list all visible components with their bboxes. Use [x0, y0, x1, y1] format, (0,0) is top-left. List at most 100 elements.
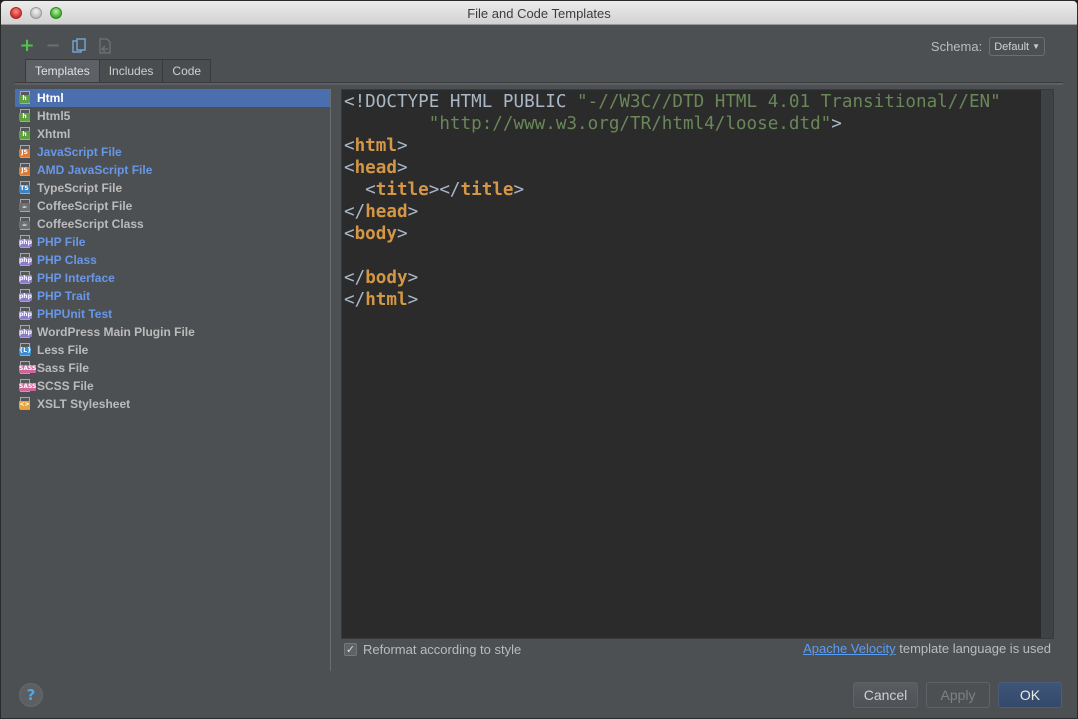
php-file-icon: php — [19, 307, 32, 321]
template-item-label: JavaScript File — [37, 145, 122, 159]
window-title: File and Code Templates — [467, 6, 611, 21]
reformat-option[interactable]: ✓ Reformat according to style — [344, 642, 521, 657]
javascript-file-icon: JS — [19, 163, 32, 177]
template-item-php-file[interactable]: php PHP File — [15, 233, 331, 251]
template-item-phpunit-test[interactable]: php PHPUnit Test — [15, 305, 331, 323]
javascript-file-icon: JS — [19, 145, 32, 159]
xhtml-file-icon: h — [19, 127, 32, 141]
php-file-icon: php — [19, 253, 32, 267]
template-item-html[interactable]: h Html — [15, 89, 331, 107]
code-token: "http://www.w3.org/TR/html4/loose.dtd" — [428, 114, 832, 134]
scss-file-icon: SASS — [19, 379, 37, 393]
code-token: > — [407, 202, 419, 222]
code-token: > — [396, 158, 408, 178]
code-token: </ — [344, 202, 366, 222]
template-item-label: Sass File — [37, 361, 90, 375]
coffeescript-file-icon: ☕ — [19, 199, 32, 213]
template-item-label: PHP Trait — [37, 289, 91, 303]
code-token: html — [365, 290, 408, 310]
template-item-xhtml[interactable]: h Xhtml — [15, 125, 331, 143]
reset-icon[interactable] — [97, 38, 113, 54]
template-item-xslt-stylesheet[interactable]: <> XSLT Stylesheet — [15, 395, 331, 413]
code-token: head — [365, 202, 408, 222]
template-item-less-file[interactable]: {L} Less File — [15, 341, 331, 359]
schema-dropdown[interactable]: Default ▼ — [989, 37, 1045, 56]
code-line: <body> — [344, 223, 1001, 245]
code-line: </head> — [344, 201, 1001, 223]
splitter[interactable] — [330, 89, 331, 671]
code-token: "-//W3C//DTD HTML 4.01 Transitional//EN" — [577, 92, 1001, 112]
chevron-down-icon: ▼ — [1032, 42, 1040, 51]
template-item-javascript-file[interactable]: JS JavaScript File — [15, 143, 331, 161]
template-item-php-class[interactable]: php PHP Class — [15, 251, 331, 269]
php-file-icon: php — [19, 235, 32, 249]
template-item-typescript-file[interactable]: TS TypeScript File — [15, 179, 331, 197]
code-line: <head> — [344, 157, 1001, 179]
remove-icon[interactable]: − — [45, 37, 61, 55]
velocity-info-text: template language is used — [895, 641, 1051, 656]
apply-button[interactable]: Apply — [926, 682, 990, 708]
tab-templates[interactable]: Templates — [25, 59, 100, 83]
code-token: > — [396, 136, 408, 156]
template-item-coffeescript-class[interactable]: ☕ CoffeeScript Class — [15, 215, 331, 233]
template-item-label: SCSS File — [37, 379, 94, 393]
tab-includes[interactable]: Includes — [99, 59, 164, 83]
template-item-label: PHPUnit Test — [37, 307, 113, 321]
template-item-html5[interactable]: h Html5 — [15, 107, 331, 125]
code-token: body — [365, 268, 408, 288]
template-item-label: Xhtml — [37, 127, 71, 141]
code-token: head — [354, 158, 397, 178]
template-item-php-trait[interactable]: php PHP Trait — [15, 287, 331, 305]
schema-selector: Schema: Default ▼ — [931, 37, 1045, 56]
template-editor[interactable]: <!DOCTYPE HTML PUBLIC "-//W3C//DTD HTML … — [341, 89, 1054, 639]
tab-code[interactable]: Code — [163, 59, 212, 83]
velocity-info: Apache Velocity template language is use… — [803, 641, 1051, 656]
template-item-label: CoffeeScript Class — [37, 217, 144, 231]
template-item-label: TypeScript File — [37, 181, 123, 195]
template-item-scss-file[interactable]: SASS SCSS File — [15, 377, 331, 395]
template-item-label: WordPress Main Plugin File — [37, 325, 195, 339]
add-icon[interactable]: + — [19, 37, 35, 55]
copy-icon[interactable] — [71, 38, 87, 54]
template-item-label: AMD JavaScript File — [37, 163, 153, 177]
ok-button[interactable]: OK — [998, 682, 1062, 708]
code-token: > — [831, 114, 842, 134]
code-line: "http://www.w3.org/TR/html4/loose.dtd"> — [344, 113, 1001, 135]
template-item-php-interface[interactable]: php PHP Interface — [15, 269, 331, 287]
code-token: title — [460, 180, 514, 200]
code-token: < — [344, 180, 376, 200]
code-content[interactable]: <!DOCTYPE HTML PUBLIC "-//W3C//DTD HTML … — [344, 91, 1001, 311]
code-token: ></ — [428, 180, 461, 200]
file-and-code-templates-dialog: File and Code Templates + − Schema: Defa… — [0, 0, 1078, 719]
cancel-button[interactable]: Cancel — [853, 682, 918, 708]
reformat-label: Reformat according to style — [363, 642, 522, 657]
editor-scrollbar[interactable] — [1040, 90, 1053, 638]
template-item-label: PHP Class — [37, 253, 97, 267]
code-token: < — [344, 136, 355, 156]
code-token: > — [513, 180, 525, 200]
code-token: < — [344, 224, 355, 244]
php-file-icon: php — [19, 289, 32, 303]
code-token: <!DOCTYPE HTML PUBLIC — [344, 92, 578, 112]
reformat-checkbox[interactable]: ✓ — [344, 643, 357, 656]
template-item-label: XSLT Stylesheet — [37, 397, 131, 411]
php-file-icon: php — [19, 271, 32, 285]
template-list: h Html h Html5 h Xhtml JS JavaScript File JS AMD … — [15, 89, 331, 671]
template-item-label: CoffeeScript File — [37, 199, 133, 213]
code-token: > — [396, 224, 408, 244]
tab-bar: Templates Includes Code — [25, 59, 212, 83]
schema-label: Schema: — [930, 39, 983, 54]
template-item-amd-javascript-file[interactable]: JS AMD JavaScript File — [15, 161, 331, 179]
code-line: <html> — [344, 135, 1001, 157]
code-token: </ — [344, 268, 366, 288]
help-button[interactable]: ? — [19, 683, 43, 707]
template-item-coffeescript-file[interactable]: ☕ CoffeeScript File — [15, 197, 331, 215]
template-item-sass-file[interactable]: SASS Sass File — [15, 359, 331, 377]
code-token: > — [407, 268, 419, 288]
template-item-wordpress-main-plugin-file[interactable]: php WordPress Main Plugin File — [15, 323, 331, 341]
code-token: < — [344, 158, 355, 178]
apache-velocity-link[interactable]: Apache Velocity — [803, 641, 896, 656]
template-item-label: Less File — [37, 343, 89, 357]
